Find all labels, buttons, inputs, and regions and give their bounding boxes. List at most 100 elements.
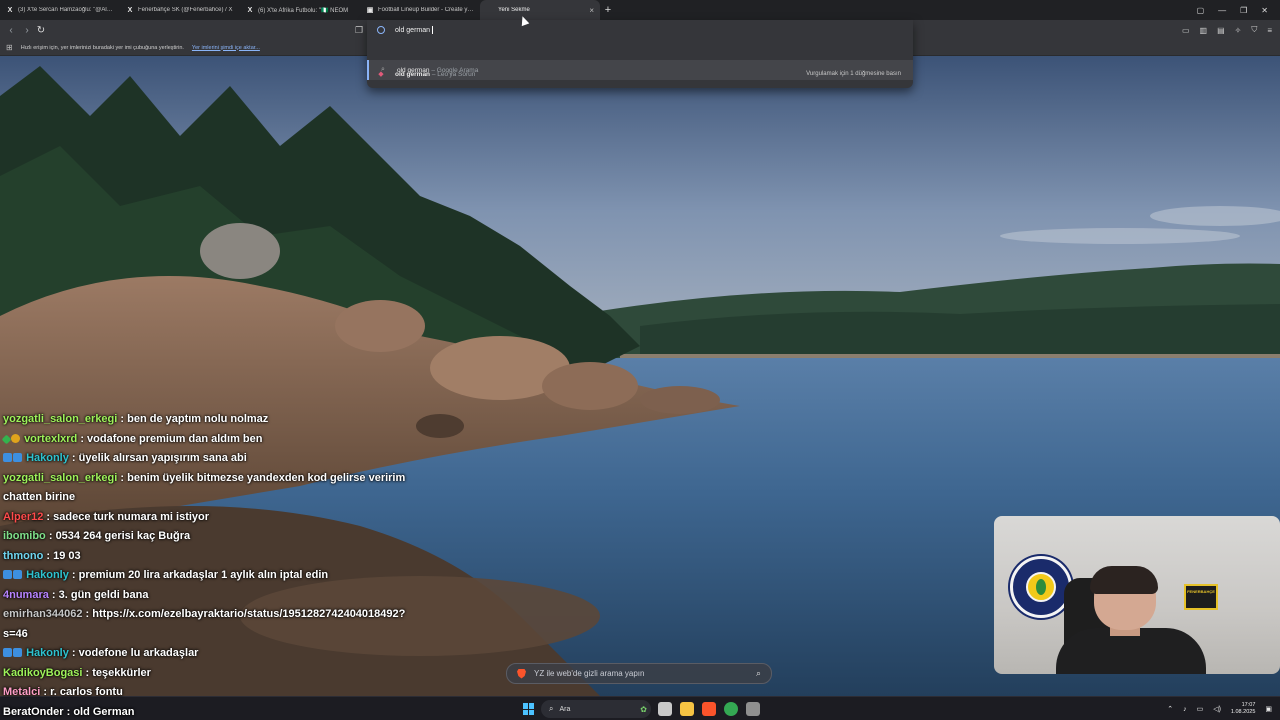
chat-message: Metalci : r. carlos fontu xyxy=(3,686,123,698)
screen: X (3) X'te Sercan Hamzaoğlu: "@Aleks X Fene… xyxy=(0,0,1280,720)
suggestion-source: Leo'ya Sorun xyxy=(437,70,476,78)
volume-icon[interactable]: ◁) xyxy=(1213,705,1221,713)
chrome-icon[interactable] xyxy=(724,702,738,716)
x-logo-icon: X xyxy=(247,6,253,14)
close-window-icon[interactable]: ✕ xyxy=(1261,6,1268,15)
chat-text: 19 03 xyxy=(53,549,81,562)
chat-message: ibomibo : 0534 264 gerisi kaç Buğra xyxy=(3,530,191,542)
x-logo-icon: X xyxy=(127,6,133,14)
notifications-icon[interactable]: ▣ xyxy=(1265,705,1272,713)
blue-badge-icon xyxy=(13,453,22,462)
tab-title: Fenerbahçe SK (@Fenerbahce) / X xyxy=(138,7,233,13)
brave-search-placeholder: YZ ile web'de gizli arama yapın xyxy=(534,669,645,678)
wall-sign: FENERBAHÇE xyxy=(1184,584,1218,610)
tab-3[interactable]: X (6) X'te Afrika Futbolu: "🇳🇬 NEOM xyxy=(240,0,360,20)
chat-message: BeratOnder : old German xyxy=(3,705,135,718)
chat-username: emirhan344062 xyxy=(3,608,83,620)
suggestion-ask-leo[interactable]: ◆ old german – Leo'ya Sorun Vurgulamak i… xyxy=(367,64,913,84)
blue-badge-icon xyxy=(3,453,12,462)
fenerbahce-crest-logo xyxy=(1010,556,1072,618)
chat-message: Hakonly : premium 20 lira arkadaşlar 1 a… xyxy=(3,566,423,586)
chat-message: emirhan344062 : https://x.com/ezelbayrak… xyxy=(3,608,406,640)
bookmarks-bar-hint: Hızlı erişim için, yer imlerinizi burada… xyxy=(20,44,184,51)
blue-badge-icon xyxy=(3,570,12,579)
minimize-icon[interactable]: — xyxy=(1218,6,1226,15)
new-tab-button[interactable]: + xyxy=(600,0,616,20)
chat-text: r. carlos fontu xyxy=(50,686,123,698)
chat-text: old German xyxy=(73,705,135,718)
google-icon xyxy=(377,26,385,34)
chat-username: Metalci xyxy=(3,686,41,698)
brave-browser-icon[interactable] xyxy=(702,702,716,716)
tab-strip: X (3) X'te Sercan Hamzaoğlu: "@Aleks X Fene… xyxy=(0,0,1280,20)
reload-icon[interactable]: ↻ xyxy=(34,23,48,37)
task-view-icon[interactable] xyxy=(658,702,672,716)
brave-lion-icon xyxy=(517,668,526,679)
chat-text: vodafone premium dan aldım ben xyxy=(87,432,263,445)
brave-search-box[interactable]: YZ ile web'de gizli arama yapın ⌕ xyxy=(506,663,772,684)
forward-icon[interactable]: › xyxy=(20,23,34,37)
leo-ai-icon: ◆ xyxy=(378,71,384,78)
new-tab-page-icon xyxy=(486,6,494,14)
tab-1[interactable]: X (3) X'te Sercan Hamzaoğlu: "@Aleks xyxy=(0,0,120,20)
taskbar-search-label: Ara xyxy=(559,705,571,713)
app-icon[interactable] xyxy=(746,702,760,716)
text-caret xyxy=(432,26,434,34)
omnibox-value: old german xyxy=(395,26,431,34)
chat-message: Alper12 : sadece turk numara mi istiyor xyxy=(3,510,210,523)
chat-username: Hakonly xyxy=(26,569,69,581)
chat-username: vortexlxrd xyxy=(24,432,78,445)
chat-message: yozgatli_salon_erkegi : ben de yaptım no… xyxy=(3,413,269,425)
chat-message: Hakonly : üyelik alırsan yapışırım sana … xyxy=(3,449,423,469)
clock-time: 17:07 xyxy=(1241,702,1256,708)
vpn-shield-icon[interactable]: ⛉ xyxy=(1251,25,1257,35)
chat-message: vortexlxrd : vodafone premium dan aldım … xyxy=(1,430,423,450)
chat-text: ben de yaptım nolu nolmaz xyxy=(127,413,269,425)
tab-list: X (3) X'te Sercan Hamzaoğlu: "@Aleks X Fene… xyxy=(0,0,600,20)
lineup-builder-icon: ▣ xyxy=(366,7,374,14)
chat-username: Hakonly xyxy=(26,452,69,464)
tab-title: Yeni Sekme xyxy=(498,7,530,13)
search-icon: ⌕ xyxy=(549,704,554,713)
wallet-icon-2[interactable]: ▤ xyxy=(1217,26,1225,35)
tab-2[interactable]: X Fenerbahçe SK (@Fenerbahce) / X xyxy=(120,0,240,20)
network-icon[interactable]: ▭ xyxy=(1197,705,1204,713)
chat-username: BeratOnder xyxy=(3,705,64,718)
windows-start-icon[interactable] xyxy=(523,703,535,715)
clock[interactable]: 17:07 1.08.2025 xyxy=(1231,702,1255,716)
menu-icon[interactable]: ≡ xyxy=(1267,26,1272,35)
green-badge-icon xyxy=(1,434,12,444)
chat-username: Hakonly xyxy=(26,647,69,659)
tab-5[interactable]: Yeni Sekme × xyxy=(480,0,600,20)
sidebar-icon[interactable]: ▥ xyxy=(1200,26,1208,35)
window-controls: ▢ — ❐ ✕ xyxy=(1197,0,1280,20)
close-tab-icon[interactable]: × xyxy=(589,6,594,15)
wallet-icon[interactable]: ▭ xyxy=(1182,26,1190,35)
chat-username: ibomibo xyxy=(3,530,46,542)
chevron-up-icon[interactable]: ⌃ xyxy=(1167,705,1173,713)
back-icon[interactable]: ‹ xyxy=(4,23,18,37)
chat-username: 4numara xyxy=(3,588,49,601)
stream-chat-overlay: yozgatli_salon_erkegi : ben de yaptım no… xyxy=(1,410,423,720)
maximize-icon[interactable]: ❐ xyxy=(1240,6,1247,15)
chat-message: Hakonly : vodefone lu arkadaşlar xyxy=(3,644,423,664)
chat-username: KadikoyBogasi xyxy=(3,666,83,679)
chat-username: yozgatli_salon_erkegi xyxy=(3,413,118,425)
omnibox-input[interactable]: old german xyxy=(367,20,913,40)
bookmark-icon[interactable]: ❐ xyxy=(352,23,366,37)
chat-text: 0534 264 gerisi kaç Buğra xyxy=(55,530,191,542)
omnibox-dropdown: old german ⌕ old german – Google Arama ◆… xyxy=(367,20,913,88)
chat-message: KadikoyBogasi : teşekkürler xyxy=(3,666,151,679)
apps-grid-icon[interactable]: ⊞ xyxy=(6,43,13,52)
tab-4[interactable]: ▣ Football Lineup Builder - Create you xyxy=(360,0,480,20)
system-tray: ⌃ ♪ ▭ ◁) 17:07 1.08.2025 ▣ xyxy=(1167,701,1272,717)
file-explorer-icon[interactable] xyxy=(680,702,694,716)
chat-text: 3. gün geldi bana xyxy=(58,588,149,601)
chat-text: teşekkürler xyxy=(92,666,151,679)
clock-date: 1.08.2025 xyxy=(1230,709,1256,715)
tab-search-icon[interactable]: ▢ xyxy=(1197,6,1205,15)
leo-icon[interactable]: ✧ xyxy=(1235,26,1242,35)
taskbar-search[interactable]: ⌕ Ara ✿ xyxy=(541,700,651,718)
microphone-icon[interactable]: ♪ xyxy=(1183,706,1187,713)
import-bookmarks-link[interactable]: Yer imlerini şimdi içe aktar... xyxy=(192,45,260,51)
